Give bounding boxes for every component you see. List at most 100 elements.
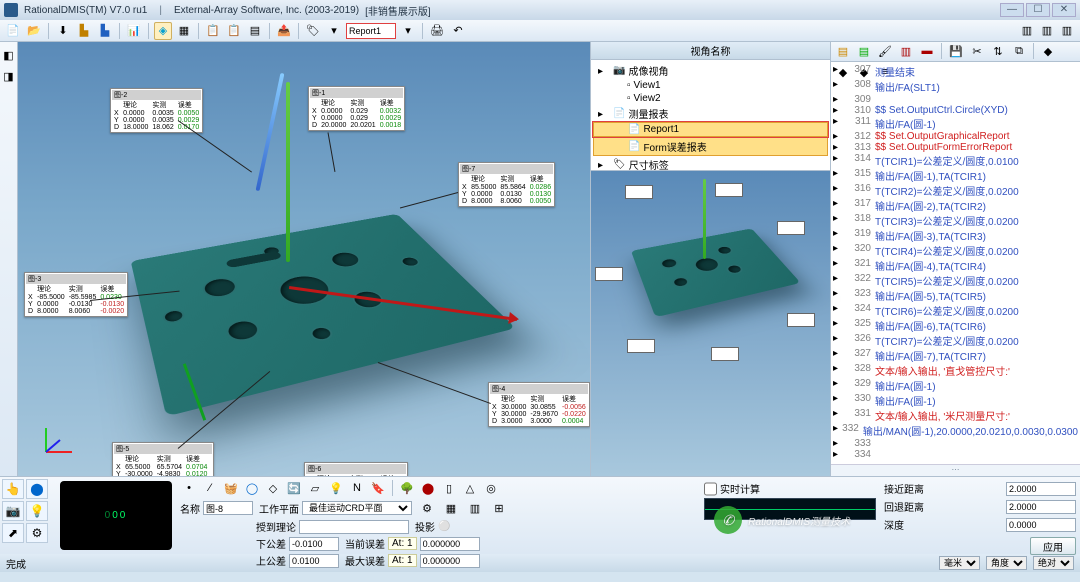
- view-tree[interactable]: ▸📷成像视角▫View1▫View2▸📄测量报表📄Report1📄Form误差报…: [591, 60, 830, 170]
- chart-icon[interactable]: 📊: [125, 22, 143, 40]
- lo-tol-input[interactable]: [289, 537, 339, 551]
- label-icon[interactable]: 🏷: [304, 22, 322, 40]
- code-line[interactable]: ▸324T(TCIR6)=公差定义/圆度,0.0200: [833, 303, 1078, 318]
- doc-b-icon[interactable]: 📋: [225, 22, 243, 40]
- code-line[interactable]: ▸332输出/MAN(圆-1),20.0000,20.0210,0.0030,0…: [833, 423, 1078, 438]
- depth-input[interactable]: [1006, 518, 1076, 532]
- callout-7[interactable]: 图-7理论实测误差X85.500085.58640.0286Y0.00000.0…: [458, 162, 555, 207]
- plane-cfg-b-icon[interactable]: ▦: [442, 499, 460, 517]
- code-line[interactable]: ▸319输出/FA(圆-3),TA(TCIR3): [833, 228, 1078, 243]
- code-line[interactable]: ▸322T(TCIR5)=公差定义/圆度,0.0200: [833, 273, 1078, 288]
- preview-viewport[interactable]: [591, 170, 830, 476]
- tree-item[interactable]: ▸📷成像视角: [593, 62, 828, 79]
- print-icon[interactable]: 🖨: [428, 22, 446, 40]
- tool-b-icon[interactable]: ▙: [96, 22, 114, 40]
- close-button[interactable]: ✕: [1052, 3, 1076, 17]
- doc-a-icon[interactable]: 📋: [204, 22, 222, 40]
- report-name-field[interactable]: Report1: [346, 23, 396, 39]
- feat-sphere-icon[interactable]: ⬤: [419, 479, 437, 497]
- callout-3[interactable]: 图-3理论实测误差X-85.5000-85.59850.0230Y0.0000-…: [24, 272, 128, 317]
- code-block-icon[interactable]: ▥: [897, 42, 915, 60]
- feat-light-icon[interactable]: 💡: [327, 479, 345, 497]
- retract-input[interactable]: [1006, 500, 1076, 514]
- code-brush-icon[interactable]: 🖌: [876, 42, 894, 60]
- code-line[interactable]: ▸309: [833, 94, 1078, 105]
- new-icon[interactable]: 📄: [4, 22, 22, 40]
- bl-gear-icon[interactable]: ⚙: [26, 523, 48, 543]
- panel-toggle-b-icon[interactable]: ▥: [1038, 22, 1056, 40]
- plane-cfg-a-icon[interactable]: ⚙: [418, 499, 436, 517]
- code-line[interactable]: ▸307测量结束: [833, 64, 1078, 79]
- code-line[interactable]: ▸333: [833, 438, 1078, 449]
- callout-2[interactable]: 图-2理论实测误差X0.00000.00350.0050Y0.00000.003…: [110, 88, 203, 133]
- open-icon[interactable]: 📂: [25, 22, 43, 40]
- view-mode-icon[interactable]: ◈: [154, 22, 172, 40]
- code-line[interactable]: ▸316T(TCIR2)=公差定义/圆度,0.0200: [833, 183, 1078, 198]
- code-line[interactable]: ▸317输出/FA(圆-2),TA(TCIR2): [833, 198, 1078, 213]
- code-line[interactable]: ▸318T(TCIR3)=公差定义/圆度,0.0200: [833, 213, 1078, 228]
- feat-point-icon[interactable]: •: [180, 479, 198, 497]
- code-copy-icon[interactable]: ⧉: [1010, 42, 1028, 60]
- code-line[interactable]: ▸321输出/FA(圆-4),TA(TCIR4): [833, 258, 1078, 273]
- load-icon[interactable]: ⬇: [54, 22, 72, 40]
- code-save-icon[interactable]: 💾: [947, 42, 965, 60]
- bl-bulb-icon[interactable]: 💡: [26, 501, 48, 521]
- callout-6[interactable]: 图-6理论实测误差X-30.0000-30.0340-0.0340Y-30.00…: [304, 462, 408, 476]
- feat-plane-icon[interactable]: ▱: [306, 479, 324, 497]
- code-line[interactable]: ▸331文本/输入输出, '米尺测量尺寸:': [833, 408, 1078, 423]
- tool-a-icon[interactable]: ▙: [75, 22, 93, 40]
- bl-probe-icon[interactable]: ⬤: [26, 479, 48, 499]
- strip-b-icon[interactable]: ◨: [0, 67, 18, 85]
- code-del-icon[interactable]: ▬: [918, 42, 936, 60]
- feat-line-icon[interactable]: ⁄: [201, 479, 219, 497]
- code-line[interactable]: ▸328文本/输入输出, '直戈管控尺寸:': [833, 363, 1078, 378]
- feat-cone-icon[interactable]: △: [461, 479, 479, 497]
- report-dropdown-icon[interactable]: ▾: [399, 22, 417, 40]
- callout-1[interactable]: 图-1理论实测误差X0.00000.0290.0032Y0.00000.0290…: [308, 86, 405, 131]
- code-btn-a-icon[interactable]: ◆: [1039, 42, 1057, 60]
- bl-camera-icon[interactable]: 📷: [2, 501, 24, 521]
- undo-icon[interactable]: ↶: [449, 22, 467, 40]
- code-line[interactable]: ▸323输出/FA(圆-5),TA(TCIR5): [833, 288, 1078, 303]
- hi-tol-input[interactable]: [289, 554, 339, 568]
- dmis-code-listing[interactable]: ▸307测量结束▸308输出/FA(SLT1)▸309▸310$$ Set.Ou…: [831, 62, 1080, 464]
- approach-input[interactable]: [1006, 482, 1076, 496]
- maximize-button[interactable]: ☐: [1026, 3, 1050, 17]
- code-line[interactable]: ▸330输出/FA(圆-1): [833, 393, 1078, 408]
- strip-a-icon[interactable]: ◧: [0, 46, 18, 64]
- report-select-icon[interactable]: ▾: [325, 22, 343, 40]
- plane-cfg-d-icon[interactable]: ⊞: [490, 499, 508, 517]
- panel-toggle-c-icon[interactable]: ▥: [1058, 22, 1076, 40]
- bl-teach-icon[interactable]: 👆: [2, 479, 24, 499]
- code-line[interactable]: ▸315输出/FA(圆-1),TA(TCIR1): [833, 168, 1078, 183]
- export-icon[interactable]: 📤: [275, 22, 293, 40]
- coord-select[interactable]: 绝对: [1033, 556, 1074, 570]
- tree-item[interactable]: ▸📄测量报表: [593, 105, 828, 122]
- angle-select[interactable]: 角度: [986, 556, 1027, 570]
- minimize-button[interactable]: —: [1000, 3, 1024, 17]
- apply-button[interactable]: 应用: [1030, 537, 1076, 555]
- plane-cfg-c-icon[interactable]: ▥: [466, 499, 484, 517]
- feat-tree-icon[interactable]: 🌳: [398, 479, 416, 497]
- code-line[interactable]: ▸311输出/FA(圆-1): [833, 116, 1078, 131]
- code-line[interactable]: ▸325输出/FA(圆-6),TA(TCIR6): [833, 318, 1078, 333]
- code-sort-icon[interactable]: ⇅: [989, 42, 1007, 60]
- code-line[interactable]: ▸326T(TCIR7)=公差定义/圆度,0.0200: [833, 333, 1078, 348]
- proj-radio[interactable]: ⚪: [438, 521, 450, 532]
- feat-cyl-icon[interactable]: ▯: [440, 479, 458, 497]
- code-line[interactable]: ▸310$$ Set.OutputCtrl.Circle(XYD): [833, 105, 1078, 116]
- tree-item[interactable]: 📄Form误差报表: [593, 137, 828, 156]
- code-cut-icon[interactable]: ✂: [968, 42, 986, 60]
- realtime-checkbox[interactable]: [704, 482, 717, 496]
- code-line[interactable]: ▸320T(TCIR4)=公差定义/圆度,0.0200: [833, 243, 1078, 258]
- callout-4[interactable]: 图-4理论实测误差X30.000030.0855-0.0056Y30.0000-…: [488, 382, 590, 427]
- code-line[interactable]: ▸329输出/FA(圆-1): [833, 378, 1078, 393]
- tree-item[interactable]: ▫View2: [593, 92, 828, 105]
- tree-item[interactable]: ▸🏷尺寸标签: [593, 156, 828, 170]
- inspect-input[interactable]: [299, 520, 409, 534]
- code-line[interactable]: ▸308输出/FA(SLT1): [833, 79, 1078, 94]
- code-line[interactable]: ▸334: [833, 449, 1078, 460]
- feat-torus-icon[interactable]: ◎: [482, 479, 500, 497]
- tree-item[interactable]: 📄Report1: [593, 122, 828, 137]
- main-3d-viewport[interactable]: 图-2理论实测误差X0.00000.00350.0050Y0.00000.003…: [18, 42, 590, 476]
